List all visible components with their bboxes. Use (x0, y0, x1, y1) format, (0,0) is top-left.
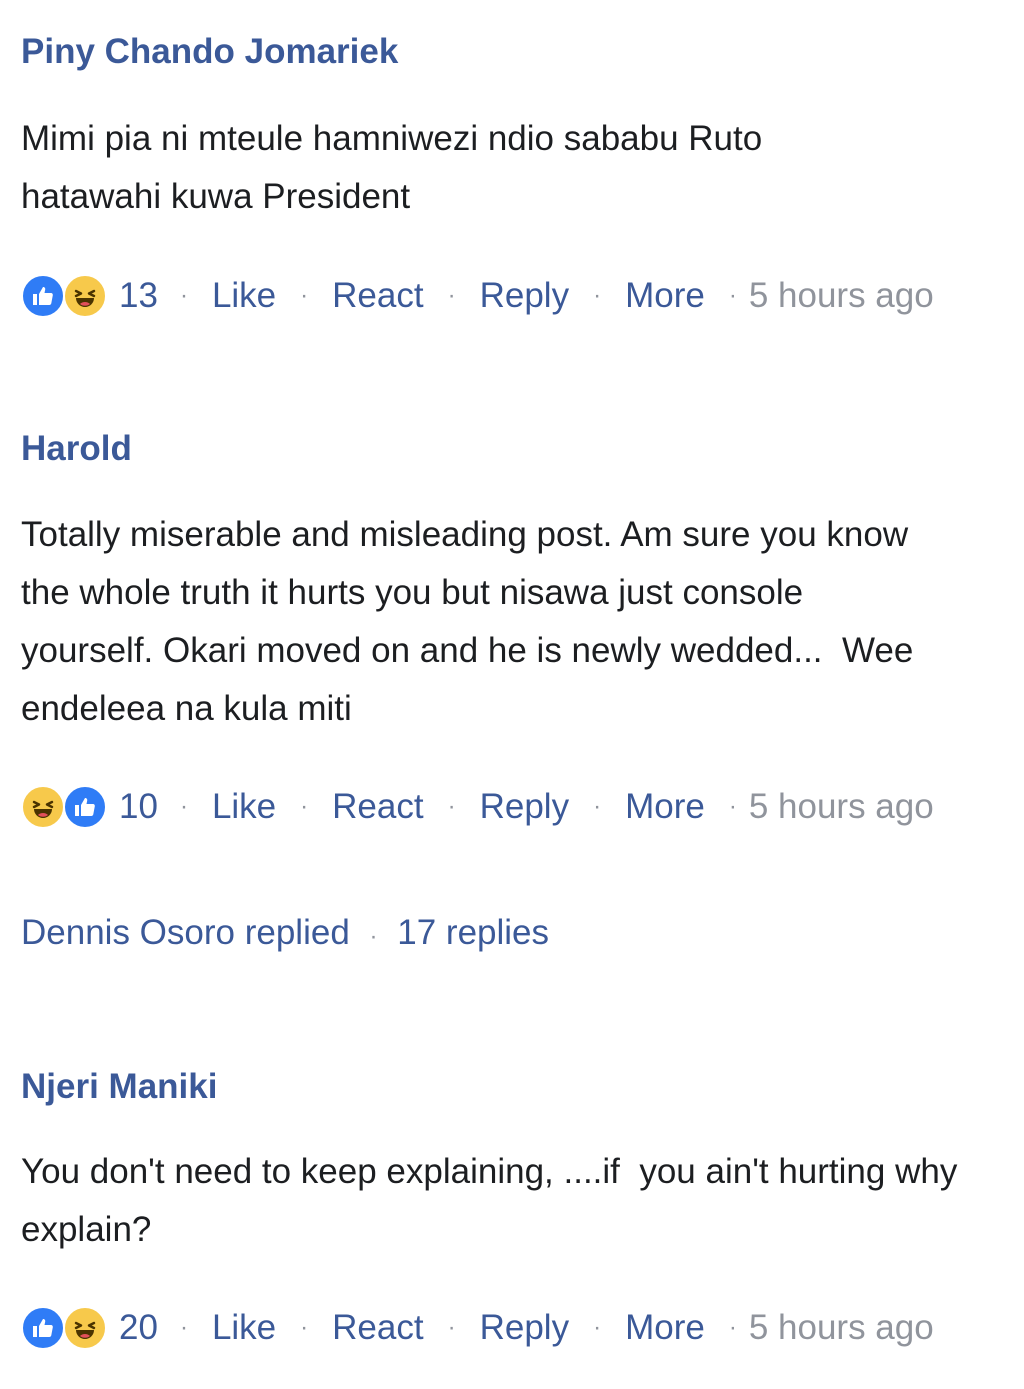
separator-dot: · (447, 793, 456, 820)
comment-text: Mimi pia ni mteule hamniwezi ndio sababu… (21, 119, 772, 216)
separator-dot: · (447, 1314, 456, 1341)
separator-dot: · (369, 923, 378, 950)
like-button[interactable]: Like (212, 787, 276, 827)
comment-3: Njeri Maniki (21, 1065, 1001, 1109)
comment-text: Totally miserable and misleading post. A… (21, 515, 924, 728)
like-button[interactable]: Like (212, 1308, 276, 1348)
comment-2-body: Totally miserable and misleading post. A… (21, 506, 1001, 738)
comment-1-body: Mimi pia ni mteule hamniwezi ndio sababu… (21, 110, 1001, 226)
comment-text: You don't need to keep explaining, ....i… (21, 1152, 968, 1249)
comment-3-actions: 20 · Like · React · Reply · More · 5 hou… (21, 1300, 934, 1356)
react-button[interactable]: React (332, 1308, 423, 1348)
reaction-summary[interactable] (21, 272, 111, 320)
timestamp: 5 hours ago (748, 787, 934, 826)
more-button[interactable]: More (625, 276, 705, 316)
thumbs-up-icon (21, 274, 65, 318)
thumbs-up-icon (21, 1306, 65, 1350)
laughing-face-icon (21, 785, 65, 829)
like-button[interactable]: Like (212, 276, 276, 316)
replied-label: replied (244, 913, 350, 952)
comment-author[interactable]: Njeri Maniki (21, 1065, 1001, 1109)
comment-author[interactable]: Harold (21, 427, 1001, 471)
reply-button[interactable]: Reply (480, 1308, 569, 1348)
laughing-face-icon (63, 1306, 107, 1350)
reaction-count[interactable]: 10 (119, 787, 158, 827)
view-replies-link[interactable]: Dennis Osoro replied · 17 replies (21, 911, 549, 959)
react-button[interactable]: React (332, 787, 423, 827)
comment-1-actions: 13 · Like · React · Reply · More · 5 hou… (21, 268, 934, 324)
separator-dot: · (300, 793, 309, 820)
separator-dot: · (728, 1314, 737, 1341)
separator-dot: · (593, 282, 602, 309)
reply-button[interactable]: Reply (480, 276, 569, 316)
thumbs-up-icon (63, 785, 107, 829)
separator-dot: · (728, 282, 737, 309)
timestamp: 5 hours ago (748, 1308, 934, 1347)
separator-dot: · (179, 1314, 188, 1341)
separator-dot: · (728, 793, 737, 820)
separator-dot: · (179, 793, 188, 820)
more-button[interactable]: More (625, 787, 705, 827)
reaction-count[interactable]: 13 (119, 276, 158, 316)
more-button[interactable]: More (625, 1308, 705, 1348)
reaction-count[interactable]: 20 (119, 1308, 158, 1348)
separator-dot: · (300, 1314, 309, 1341)
laughing-face-icon (63, 274, 107, 318)
comment-2: Harold (21, 427, 1001, 471)
replier-name: Dennis Osoro (21, 913, 235, 952)
comment-author[interactable]: Piny Chando Jomariek (21, 30, 1001, 74)
comment-1: Piny Chando Jomariek (21, 30, 1001, 74)
separator-dot: · (179, 282, 188, 309)
comment-3-body: You don't need to keep explaining, ....i… (21, 1143, 1001, 1259)
separator-dot: · (593, 793, 602, 820)
separator-dot: · (447, 282, 456, 309)
react-button[interactable]: React (332, 276, 423, 316)
separator-dot: · (593, 1314, 602, 1341)
reaction-summary[interactable] (21, 1304, 111, 1352)
reply-count: 17 replies (397, 913, 550, 952)
separator-dot: · (300, 282, 309, 309)
reaction-summary[interactable] (21, 783, 111, 831)
comment-2-actions: 10 · Like · React · Reply · More · 5 hou… (21, 779, 934, 835)
reply-button[interactable]: Reply (480, 787, 569, 827)
timestamp: 5 hours ago (748, 276, 934, 315)
